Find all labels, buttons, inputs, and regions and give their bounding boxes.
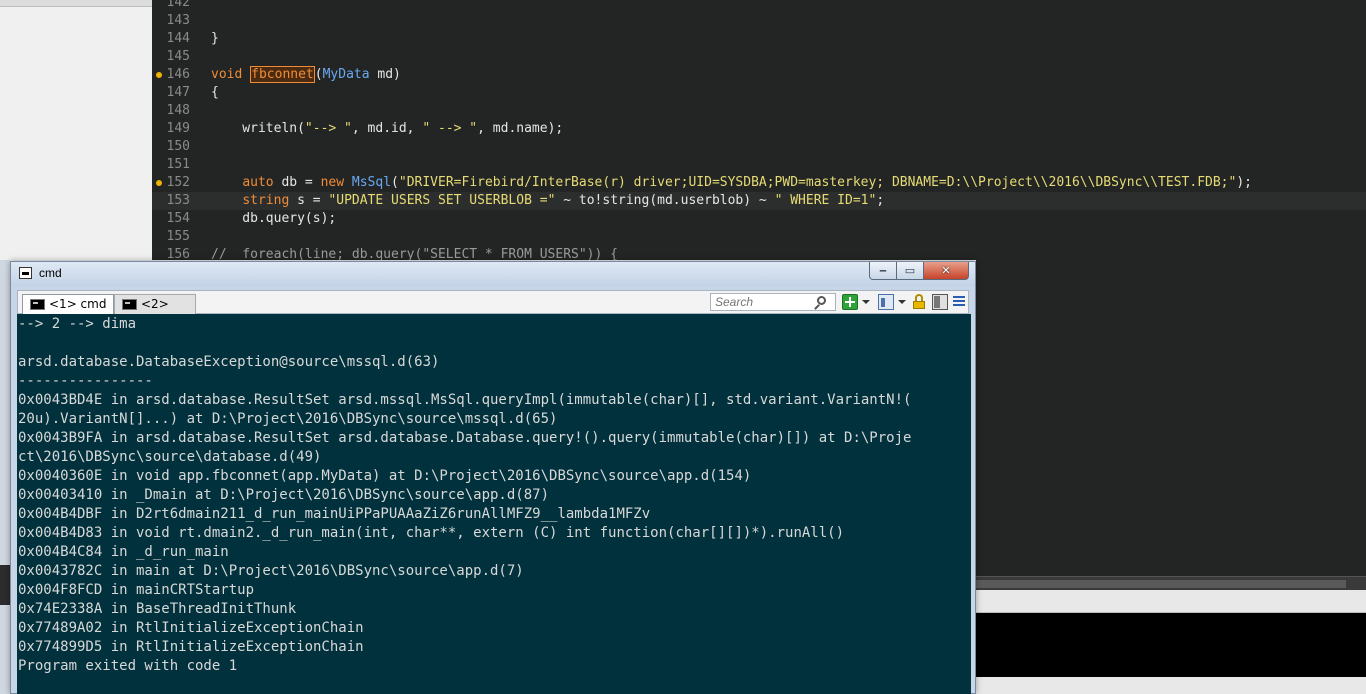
tab-console-1[interactable]: <1> cmd xyxy=(22,294,114,314)
code-line[interactable]: 156 // foreach(line; db.query("SELECT * F… xyxy=(152,246,1366,260)
code-text: writeln("--> ", md.id, " --> ", md.name)… xyxy=(211,121,564,136)
terminal-line: 0x0040360E in void app.fbconnet(app.MyDa… xyxy=(18,468,752,484)
terminal-line: 0x0043BD4E in arsd.database.ResultSet ar… xyxy=(18,392,912,408)
line-number: 152 xyxy=(166,175,190,190)
title-bar[interactable]: cmd ‒ ▭ ✕ xyxy=(11,262,975,286)
line-number: 149 xyxy=(166,121,190,136)
background-output-panel xyxy=(976,613,1366,677)
line-number: 153 xyxy=(166,193,190,208)
line-number: 143 xyxy=(166,13,190,28)
code-line[interactable]: 153 string s = "UPDATE USERS SET USERBLO… xyxy=(152,192,1366,210)
terminal-line: 0x0043B9FA in arsd.database.ResultSet ar… xyxy=(18,430,912,446)
close-icon: ✕ xyxy=(941,264,951,277)
code-line[interactable]: 142 xyxy=(152,0,1366,12)
code-line[interactable]: 150 xyxy=(152,138,1366,156)
code-line[interactable]: 152 auto db = new MsSql("DRIVER=Firebird… xyxy=(152,174,1366,192)
editor-background xyxy=(976,260,1366,576)
new-console-icon[interactable] xyxy=(842,294,858,310)
code-line[interactable]: 151 xyxy=(152,156,1366,174)
terminal-line: 0x0043782C in main at D:\Project\2016\DB… xyxy=(18,563,524,579)
background-status-bar xyxy=(976,677,1366,694)
code-line[interactable]: 147 { xyxy=(152,84,1366,102)
code-line[interactable]: 149 writeln("--> ", md.id, " --> ", md.n… xyxy=(152,120,1366,138)
code-text: } xyxy=(211,31,219,46)
code-line[interactable]: 143 xyxy=(152,12,1366,30)
editor-horizontal-scrollbar[interactable] xyxy=(976,576,1366,591)
terminal-line: 0x004B4C84 in _d_run_main xyxy=(18,544,229,560)
code-line[interactable]: 154 db.query(s); xyxy=(152,210,1366,228)
code-text: void fbconnet(MyData md) xyxy=(211,66,401,83)
terminal-line: arsd.database.DatabaseException@source\m… xyxy=(18,354,440,370)
minimize-button[interactable]: ‒ xyxy=(869,262,897,280)
search-box[interactable] xyxy=(710,293,836,311)
code-editor[interactable]: 142 143 144} 145 146 void fbconnet(MyData md)… xyxy=(152,0,1366,260)
code-text: auto db = new MsSql("DRIVER=Firebird/Int… xyxy=(242,175,1252,190)
tab-console-icon xyxy=(30,299,45,310)
tab-label: <1> cmd xyxy=(49,297,107,311)
line-number: 147 xyxy=(166,85,190,100)
line-number: 145 xyxy=(166,49,190,64)
terminal-output[interactable]: --> 2 --> dima arsd.database.DatabaseExce… xyxy=(17,314,971,694)
terminal-line: 0x004B4DBF in D2rt6dmain211_d_run_mainUi… xyxy=(18,506,651,522)
app-icon xyxy=(19,267,32,279)
code-text: // foreach(line; db.query("SELECT * FROM… xyxy=(211,247,618,260)
code-line[interactable]: 155 xyxy=(152,228,1366,246)
terminal-line: 0x004B4D83 in void rt.dmain2._d_run_main… xyxy=(18,525,845,541)
layout-icon[interactable] xyxy=(932,294,948,310)
terminal-line: Program exited with code 1 xyxy=(18,658,238,674)
code-text: { xyxy=(211,85,219,100)
terminal-line: 0x74E2338A in BaseThreadInitThunk xyxy=(18,601,297,617)
chevron-down-icon[interactable] xyxy=(898,300,906,304)
console-toolbar: <1> cmd <2> cmd xyxy=(17,290,969,330)
line-number: 144 xyxy=(166,31,190,46)
terminal-line: 0x004F8FCD in mainCRTStartup xyxy=(18,582,255,598)
terminal-line: 0x00403410 in _Dmain at D:\Project\2016\… xyxy=(18,487,550,503)
tab-console-icon xyxy=(122,299,137,310)
background-left-strip-dark xyxy=(0,565,10,605)
terminal-line: --> 2 --> dima xyxy=(18,316,137,332)
terminal-line: 20u).VariantN[]...) at D:\Project\2016\D… xyxy=(18,411,558,427)
maximize-icon: ▭ xyxy=(904,264,916,277)
line-number: 155 xyxy=(166,229,190,244)
line-number: 148 xyxy=(166,103,190,118)
menu-icon[interactable] xyxy=(952,294,968,310)
terminal-line: ct\2016\DBSync\source\database.d(49) xyxy=(18,449,322,465)
tab-console-2[interactable]: <2> cmd xyxy=(114,294,196,330)
code-line[interactable]: 146 void fbconnet(MyData md) xyxy=(152,66,1366,84)
code-line[interactable]: 148 xyxy=(152,102,1366,120)
maximize-button[interactable]: ▭ xyxy=(896,262,924,280)
console-window[interactable]: cmd ‒ ▭ ✕ <1> cmd <2> cmd --> 2 --> dima… xyxy=(10,261,976,694)
chevron-down-icon[interactable] xyxy=(862,300,870,304)
search-input[interactable] xyxy=(711,294,819,310)
background-left-strip xyxy=(0,260,10,694)
background-panel-header xyxy=(976,590,1366,613)
left-panel xyxy=(0,0,153,260)
code-text: string s = "UPDATE USERS SET USERBLOB ="… xyxy=(242,193,885,208)
line-number: 156 xyxy=(166,247,190,260)
lock-icon[interactable] xyxy=(912,294,926,310)
terminal-line: 0x77489A02 in RtlInitializeExceptionChai… xyxy=(18,620,364,636)
scrollbar-thumb[interactable] xyxy=(976,580,1346,588)
terminal-line: 0x774899D5 in RtlInitializeExceptionChai… xyxy=(18,639,364,655)
minimize-icon: ‒ xyxy=(879,264,887,277)
code-line[interactable]: 144} xyxy=(152,30,1366,48)
close-button[interactable]: ✕ xyxy=(923,262,969,280)
windows-icon[interactable] xyxy=(878,294,894,310)
line-number: 150 xyxy=(166,139,190,154)
window-title: cmd xyxy=(39,266,62,280)
line-number: 151 xyxy=(166,157,190,172)
terminal-line: ---------------- xyxy=(18,373,153,389)
line-number: 146 xyxy=(166,67,190,82)
code-line[interactable]: 145 xyxy=(152,48,1366,66)
search-icon[interactable] xyxy=(817,296,826,305)
line-number: 142 xyxy=(166,0,190,10)
code-text: db.query(s); xyxy=(211,211,337,226)
line-number: 154 xyxy=(166,211,190,226)
